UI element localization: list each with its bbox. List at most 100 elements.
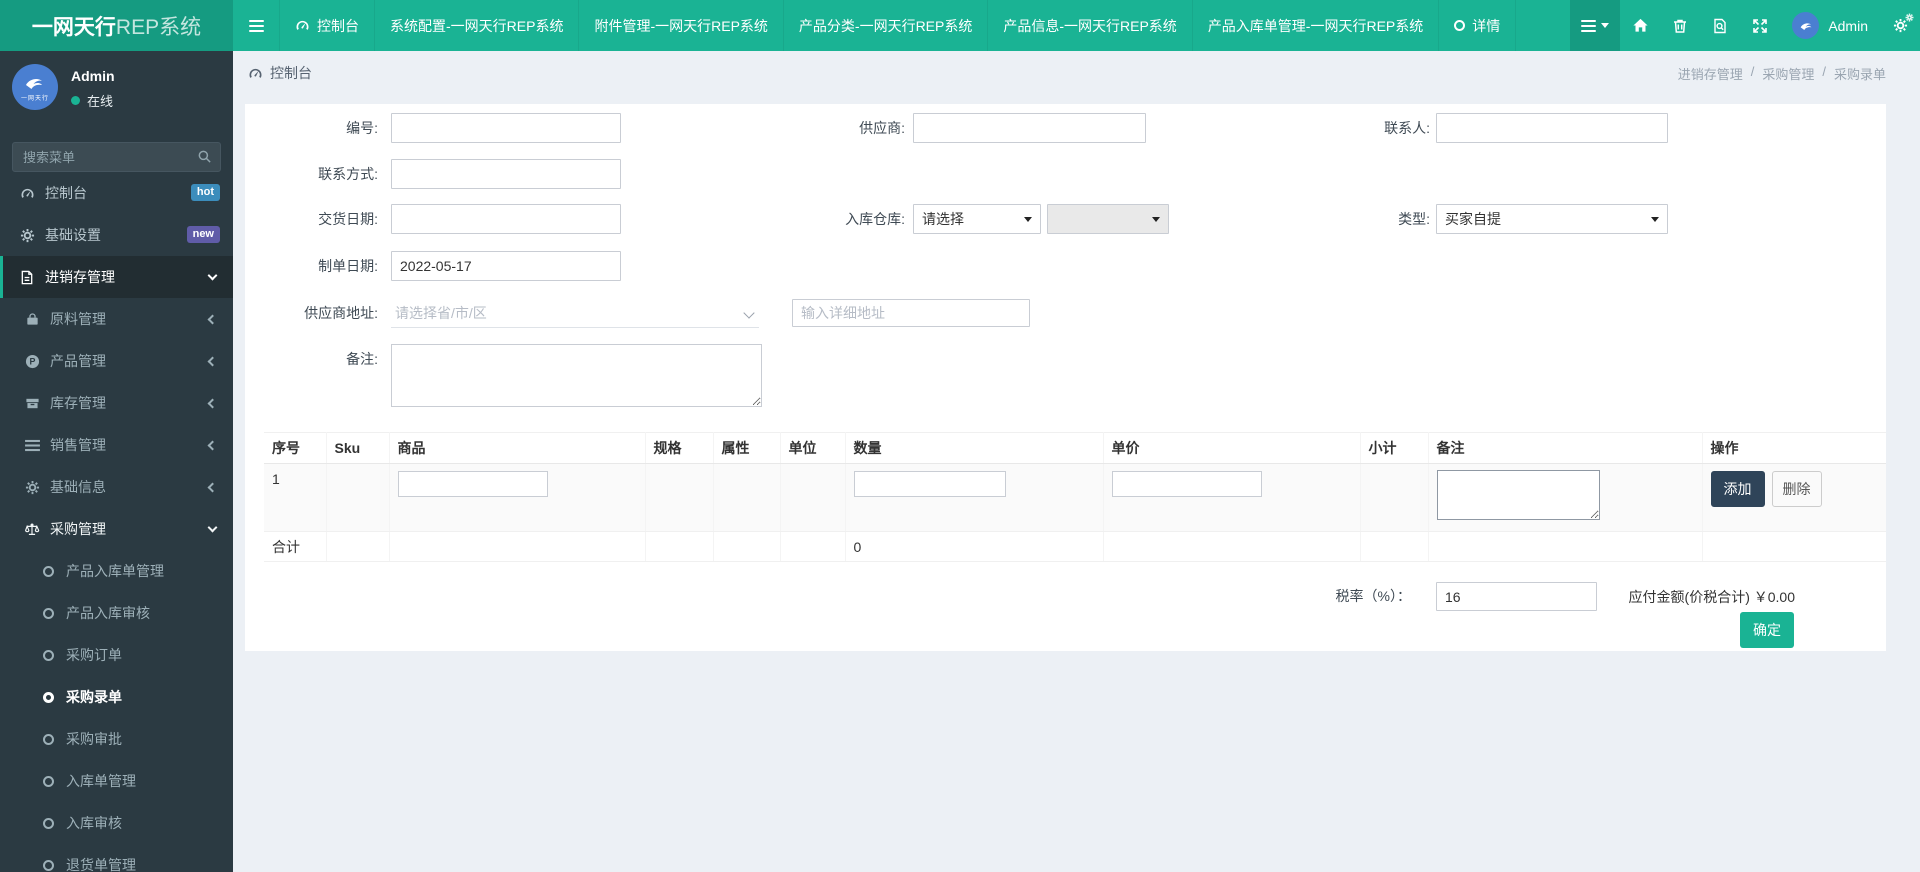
col-attr: 属性	[713, 432, 781, 464]
app-root: 一网天行 REP系统 控制台 系统配置-一网天行REP系统 附件管理-一网天行RE…	[0, 0, 1920, 872]
fullscreen-button[interactable]	[1740, 0, 1780, 51]
supplier-input[interactable]	[913, 113, 1146, 143]
sidebar-user-panel: 一网天行 Admin 在线	[0, 51, 233, 130]
sidebar-item-basic-info[interactable]: 基础信息	[0, 466, 233, 508]
hamburger-icon	[248, 17, 264, 35]
clear-trash-button[interactable]	[1660, 0, 1700, 51]
archive-icon	[21, 396, 43, 411]
chevron-left-icon	[207, 314, 218, 324]
col-index: 序号	[264, 432, 327, 464]
sidebar-item-invoicing-mgmt[interactable]: 进销存管理	[0, 256, 233, 298]
sidebar-item-dashboard[interactable]: 控制台 hot	[0, 172, 233, 214]
page-title: 控制台	[248, 63, 312, 83]
sidebar-item-material-mgmt[interactable]: 原料管理	[0, 298, 233, 340]
search-input[interactable]	[12, 142, 221, 172]
sidebar-subitem-purchase-approval[interactable]: 采购审批	[0, 718, 233, 760]
no-input[interactable]	[391, 113, 621, 143]
col-subtotal: 小计	[1360, 432, 1429, 464]
tab-dashboard[interactable]: 控制台	[279, 0, 374, 51]
table-row: 1 添加 删除	[264, 463, 1886, 532]
add-row-button[interactable]: 添加	[1710, 471, 1765, 507]
sidebar-item-basic-settings[interactable]: 基础设置 new	[0, 214, 233, 256]
circle-icon	[43, 775, 54, 787]
dashboard-icon	[16, 186, 38, 201]
menu-label: 库存管理	[50, 395, 106, 411]
sidebar: 一网天行 Admin 在线 控制台 hot	[0, 51, 233, 872]
sidebar-user-status: 在线	[71, 91, 115, 110]
confirm-button[interactable]: 确定	[1740, 612, 1794, 648]
breadcrumb-item[interactable]: 采购录单	[1834, 64, 1886, 83]
caret-down-icon	[1601, 23, 1610, 28]
settings-button[interactable]	[1880, 0, 1920, 51]
address-region-select[interactable]: 请选择省/市/区	[391, 298, 759, 328]
selected-value: 请选择	[922, 211, 964, 227]
qty-input[interactable]	[853, 471, 1006, 497]
product-input[interactable]	[397, 471, 548, 497]
menu-label: 退货单管理	[66, 857, 136, 872]
tab-inbound-order-mgmt[interactable]: 产品入库单管理-一网天行REP系统	[1191, 0, 1438, 51]
sidebar-item-stock-mgmt[interactable]: 库存管理	[0, 382, 233, 424]
row-remark-textarea[interactable]	[1436, 470, 1600, 520]
sidebar-subitem-product-inbound-order-mgmt[interactable]: 产品入库单管理	[0, 550, 233, 592]
sidebar-item-sales-mgmt[interactable]: 销售管理	[0, 424, 233, 466]
dashboard-icon	[296, 20, 309, 30]
tab-attachment-mgmt[interactable]: 附件管理-一网天行REP系统	[578, 0, 782, 51]
contact-input[interactable]	[1436, 113, 1668, 143]
sidebar-subitem-purchase-entry[interactable]: 采购录单	[0, 676, 233, 718]
tab-product-category[interactable]: 产品分类-一网天行REP系统	[782, 0, 987, 51]
address-detail-input[interactable]	[792, 299, 1030, 327]
home-button[interactable]	[1620, 0, 1660, 51]
total-label: 合计	[264, 531, 327, 562]
sidebar-subitem-purchase-order[interactable]: 采购订单	[0, 634, 233, 676]
make-date-input[interactable]	[391, 251, 621, 281]
logo-text-bold: 一网天行	[31, 15, 116, 39]
type-select[interactable]: 买家自提	[1436, 204, 1668, 234]
sidebar-subitem-inbound-order-mgmt[interactable]: 入库单管理	[0, 760, 233, 802]
fullscreen-icon	[1753, 18, 1768, 33]
user-menu[interactable]: Admin	[1780, 12, 1880, 39]
tabs-menu-dropdown-button[interactable]	[1570, 0, 1621, 51]
sidebar-subitem-return-order-mgmt[interactable]: 退货单管理	[0, 844, 233, 872]
online-dot-icon	[71, 96, 80, 105]
tax-rate-input[interactable]	[1436, 582, 1597, 611]
col-unit: 单位	[780, 432, 846, 464]
navbar-actions: Admin	[1570, 0, 1920, 51]
phone-input[interactable]	[391, 159, 621, 189]
sidebar-item-product-mgmt[interactable]: P 产品管理	[0, 340, 233, 382]
delivery-date-input[interactable]	[391, 204, 621, 234]
list-icon	[1581, 17, 1597, 35]
address-label: 供应商地址:	[304, 305, 378, 321]
remark-textarea[interactable]	[391, 344, 762, 407]
tab-label: 产品信息-一网天行REP系统	[1003, 17, 1177, 34]
svg-text:P: P	[29, 356, 35, 366]
menu-label: 入库单管理	[66, 773, 136, 789]
badge-hot: hot	[190, 184, 220, 202]
warehouse-sub-select[interactable]	[1047, 204, 1169, 234]
delete-row-button[interactable]: 删除	[1771, 471, 1822, 507]
tab-system-config[interactable]: 系统配置-一网天行REP系统	[374, 0, 578, 51]
breadcrumb-separator: /	[1822, 63, 1826, 79]
sidebar-item-purchase-mgmt[interactable]: 采购管理	[0, 508, 233, 550]
row-subtotal	[1360, 463, 1429, 532]
remark-label: 备注:	[346, 351, 378, 367]
circle-icon	[43, 733, 54, 745]
menu-label: 销售管理	[50, 437, 106, 453]
sidebar-subitem-inbound-review[interactable]: 入库审核	[0, 802, 233, 844]
gears-icon	[1893, 13, 1913, 33]
tab-product-info[interactable]: 产品信息-一网天行REP系统	[987, 0, 1191, 51]
chevron-down-icon	[207, 270, 218, 281]
sidebar-toggle-button[interactable]	[233, 0, 279, 51]
sidebar-subitem-product-inbound-review[interactable]: 产品入库审核	[0, 592, 233, 634]
tab-detail[interactable]: 详情	[1438, 0, 1517, 51]
col-actions: 操作	[1702, 432, 1886, 464]
breadcrumb-item[interactable]: 采购管理	[1762, 64, 1814, 83]
circle-icon	[43, 691, 54, 703]
logo-text-light: REP系统	[115, 15, 202, 39]
breadcrumb-item[interactable]: 进销存管理	[1678, 64, 1743, 83]
clear-cache-button[interactable]	[1700, 0, 1740, 51]
warehouse-select[interactable]: 请选择	[913, 204, 1041, 234]
menu-label: 产品入库审核	[66, 605, 150, 621]
chevron-left-icon	[207, 356, 218, 366]
price-input[interactable]	[1111, 471, 1262, 497]
page-title-label: 控制台	[270, 65, 312, 81]
